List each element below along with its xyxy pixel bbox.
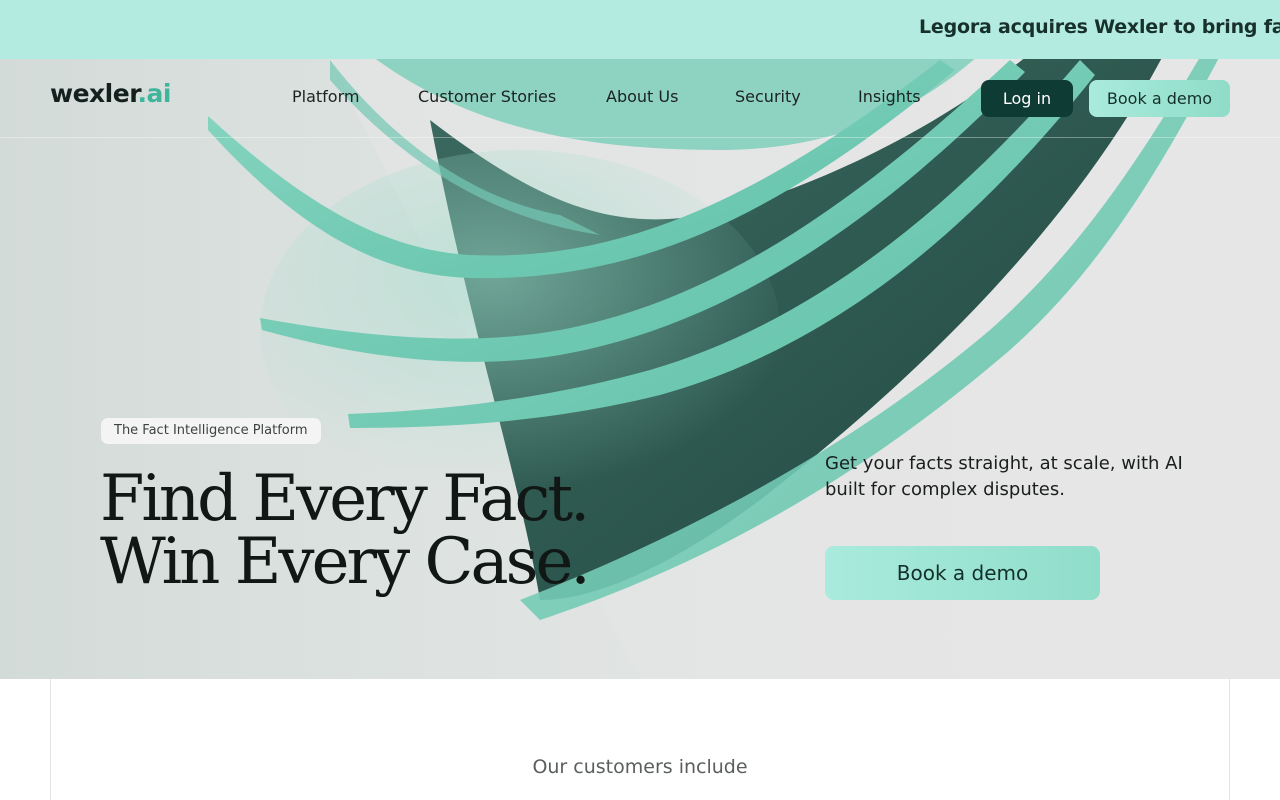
nav-link-about-us[interactable]: About Us [606,87,678,106]
hero-headline-line2: Win Every Case. [100,525,591,599]
nav-link-platform[interactable]: Platform [292,87,359,106]
nav-link-insights[interactable]: Insights [858,87,921,106]
hero-tag: The Fact Intelligence Platform [101,418,321,444]
announcement-text[interactable]: Legora acquires Wexler to bring fact in [919,16,1280,38]
announcement-banner[interactable]: Legora acquires Wexler to bring fact in [0,0,1280,59]
book-demo-hero-button[interactable]: Book a demo [825,546,1100,600]
logo[interactable]: wexler.ai [50,79,171,108]
logo-accent: .ai [137,79,171,108]
hero-headline-line1: Find Every Fact. [100,462,590,536]
nav-link-security[interactable]: Security [735,87,801,106]
book-demo-nav-button[interactable]: Book a demo [1089,80,1230,117]
login-button[interactable]: Log in [981,80,1073,117]
hero-subtext: Get your facts straight, at scale, with … [825,453,1183,500]
hero-headline: Find Every Fact. Win Every Case. [100,462,591,599]
customers-section: Our customers include [50,679,1230,800]
nav-link-customer-stories[interactable]: Customer Stories [418,87,556,106]
logo-main: wexler [50,79,138,108]
customers-heading: Our customers include [532,756,748,778]
navbar: wexler.ai Platform Customer Stories Abou… [0,59,1280,138]
